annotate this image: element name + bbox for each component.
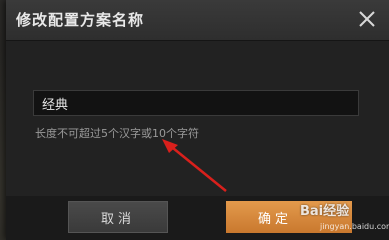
close-button[interactable] xyxy=(357,9,377,29)
close-icon xyxy=(359,11,375,27)
dialog-content: 长度不可超过5个汉字或10个字符 xyxy=(6,41,389,196)
cancel-button[interactable]: 取消 xyxy=(68,201,168,233)
watermark-url: jingyan.baidu.com xyxy=(320,222,389,231)
red-arrow-annotation xyxy=(162,139,227,192)
dialog-title: 修改配置方案名称 xyxy=(16,11,145,29)
dialog-titlebar: 修改配置方案名称 xyxy=(6,0,389,41)
baidu-jingyan-watermark: Bai经验 xyxy=(300,204,350,219)
scheme-name-input[interactable] xyxy=(33,90,359,116)
